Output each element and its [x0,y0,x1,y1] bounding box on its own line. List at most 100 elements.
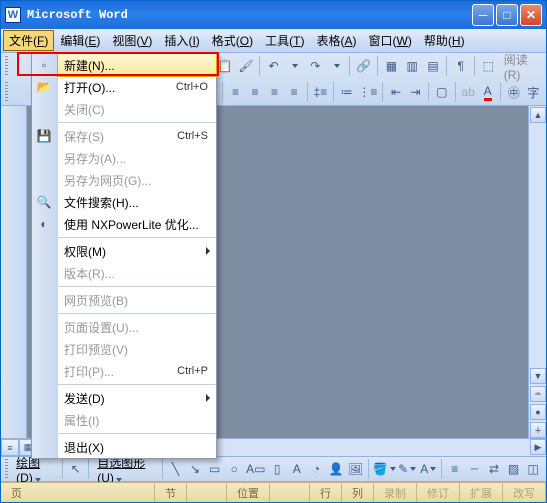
fill-color-icon[interactable]: 🪣 [373,458,395,480]
hyperlink-icon[interactable]: 🔗 [354,55,373,77]
show-marks-icon[interactable]: ¶ [451,55,470,77]
menu-item-label: 打印(P)... [58,363,177,380]
diagram-icon[interactable]: ◔ [308,458,326,480]
decrease-indent-icon[interactable]: ⇤ [387,81,405,103]
format-painter-icon[interactable]: 🖌 [237,55,256,77]
undo-dropdown[interactable] [285,55,304,77]
menu-item[interactable]: 📂打开(O)...Ctrl+O [58,76,216,98]
line-color-icon[interactable]: ✎ [397,458,417,480]
dash-style-icon[interactable]: ┄ [466,458,484,480]
status-col: 列 [342,483,374,502]
font-color-draw-icon[interactable]: A [419,458,437,480]
align-left-icon[interactable]: ≡ [227,81,245,103]
status-trk[interactable]: 修订 [417,483,460,502]
textbox-icon[interactable]: A▭ [245,458,266,480]
menu-item: 打印预览(V) [58,338,216,360]
menu-item: 💾保存(S)Ctrl+S [58,125,216,147]
clipart-icon[interactable]: 👤 [327,458,345,480]
numbering-icon[interactable]: ≔ [338,81,356,103]
phonetic-icon[interactable]: 字 [525,81,543,103]
menu-file[interactable]: 文件(F) [3,30,54,51]
menu-help[interactable]: 帮助(H) [418,30,471,51]
status-position: 位置 [227,483,270,502]
menu-item-shortcut: Ctrl+P [177,365,216,377]
menu-item-label: 保存(S) [58,128,177,145]
menu-item: 网页预览(B) [58,289,216,311]
toolbar-grip-3[interactable] [5,459,8,479]
menu-item[interactable]: ▫新建(N)... [58,54,216,76]
redo-dropdown[interactable] [327,55,346,77]
rectangle-icon[interactable]: ▭ [206,458,224,480]
drawing-toolbar: 绘图(D) ↖ 自选图形(U) ╲ ↘ ▭ ○ A▭ ▯ A ◔ 👤 🖼 🪣 ✎… [1,456,546,482]
menu-edit[interactable]: 编辑(E) [54,30,106,51]
3d-icon[interactable]: ◫ [524,458,542,480]
menu-item-label: 新建(N)... [58,57,216,74]
status-ext[interactable]: 扩展 [460,483,503,502]
menu-item[interactable]: 发送(D) [58,387,216,409]
vertical-textbox-icon[interactable]: ▯ [268,458,286,480]
menu-window[interactable]: 窗口(W) [363,30,418,51]
bullets-icon[interactable]: ⋮≡ [357,81,378,103]
menu-table[interactable]: 表格(A) [311,30,363,51]
menu-item-label: 权限(M) [58,243,216,260]
line-spacing-icon[interactable]: ‡≡ [312,81,330,103]
menu-view[interactable]: 视图(V) [106,30,158,51]
oval-icon[interactable]: ○ [225,458,243,480]
increase-indent-icon[interactable]: ⇥ [407,81,425,103]
status-rec[interactable]: 录制 [374,483,417,502]
align-right-icon[interactable]: ≡ [266,81,284,103]
asian-layout-icon[interactable]: ㊥ [505,81,523,103]
menu-item: 另存为网页(G)... [58,169,216,191]
border-icon[interactable]: ▢ [433,81,451,103]
browse-next-icon[interactable]: ∔ [530,422,546,438]
vertical-scrollbar[interactable]: ▲ ▼ ∸ ● ∔ [528,106,546,438]
paste-icon[interactable]: 📋 [216,55,235,77]
status-ovr[interactable]: 改写 [503,483,546,502]
shadow-icon[interactable]: ▨ [505,458,523,480]
scroll-down-icon[interactable]: ▼ [530,368,546,384]
justify-icon[interactable]: ≡ [285,81,303,103]
line-style-icon[interactable]: ≡ [446,458,464,480]
scroll-right-icon[interactable]: ▶ [530,439,546,455]
menu-insert[interactable]: 插入(I) [158,30,205,51]
wordart-icon[interactable]: A [288,458,306,480]
menu-item[interactable]: 🔍文件搜索(H)... [58,191,216,213]
align-center-icon[interactable]: ≡ [246,81,264,103]
status-page-count [187,483,227,502]
menu-item: 版本(R)... [58,262,216,284]
menu-tools[interactable]: 工具(T) [259,30,310,51]
dropdown-icon-strip [32,54,58,458]
undo-icon[interactable]: ↶ [264,55,283,77]
minimize-button[interactable]: ─ [472,4,494,26]
status-blank [270,483,310,502]
doc-map-icon[interactable]: ⬚ [479,55,498,77]
arrow-style-icon[interactable]: ⇄ [485,458,503,480]
close-button[interactable]: ✕ [520,4,542,26]
browse-prev-icon[interactable]: ∸ [530,386,546,402]
arrow-icon[interactable]: ↘ [186,458,204,480]
reading-mode-button[interactable]: 阅读(R) [500,51,542,82]
redo-icon[interactable]: ↷ [306,55,325,77]
excel-icon[interactable]: ▤ [424,55,443,77]
maximize-button[interactable]: □ [496,4,518,26]
line-icon[interactable]: ╲ [167,458,185,480]
menu-item: 另存为(A)... [58,147,216,169]
scroll-up-icon[interactable]: ▲ [530,107,546,123]
menu-separator [58,313,216,314]
insert-table-icon[interactable]: ▥ [403,55,422,77]
highlight-icon[interactable]: ab [459,81,477,103]
menu-item[interactable]: 退出(X) [58,436,216,458]
menu-item-label: 属性(I) [58,412,216,429]
toolbar-grip-2[interactable] [5,82,8,102]
toolbar-grip[interactable] [5,56,8,76]
font-color-icon[interactable]: A [479,81,497,103]
menu-format[interactable]: 格式(O) [206,30,259,51]
picture-icon[interactable]: 🖼 [347,458,365,480]
tables-borders-icon[interactable]: ▦ [382,55,401,77]
browse-object-icon[interactable]: ● [530,404,546,420]
select-objects-icon[interactable]: ↖ [67,458,85,480]
new-doc-icon: ▫ [36,57,52,73]
menu-separator [58,384,216,385]
menu-item[interactable]: ◐使用 NXPowerLite 优化... [58,213,216,235]
menu-item[interactable]: 权限(M) [58,240,216,262]
